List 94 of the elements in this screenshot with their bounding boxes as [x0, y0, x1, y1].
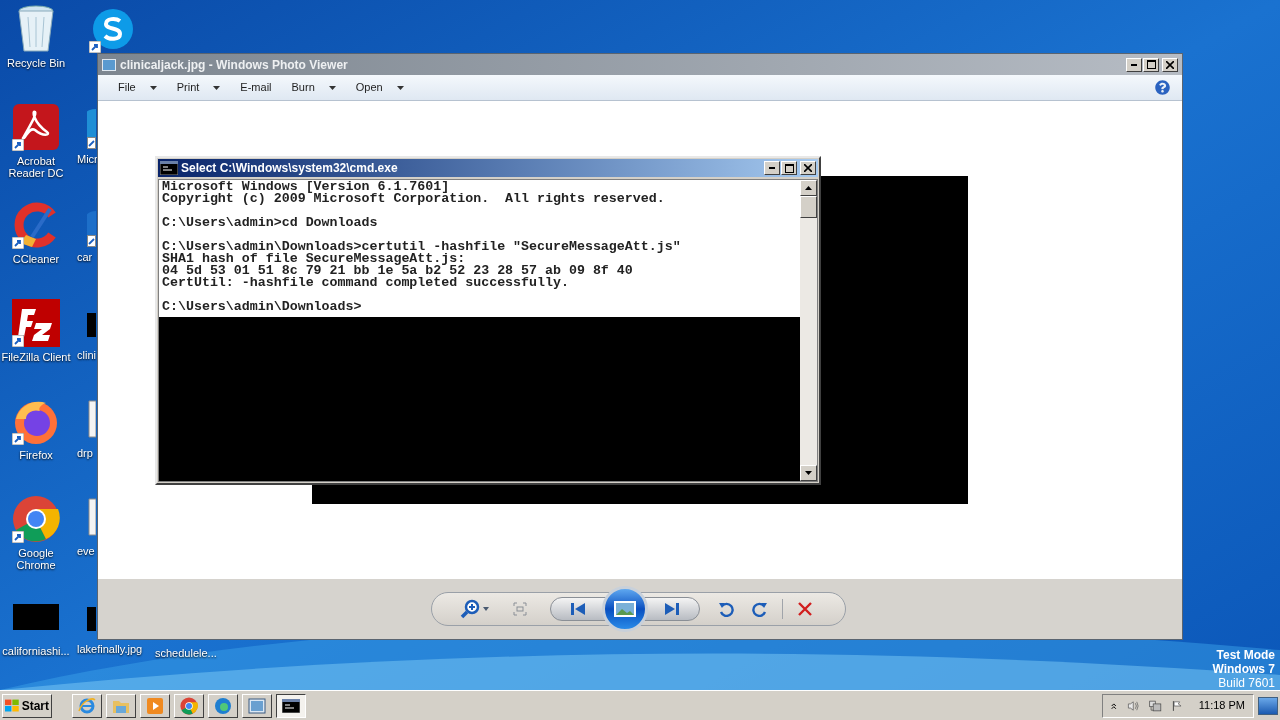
menu-item[interactable]: Open: [345, 76, 414, 99]
media-player-icon: [147, 697, 163, 714]
shortcut-arrow-icon: [12, 335, 24, 347]
desktop-icon-label[interactable]: eve: [77, 545, 95, 557]
command-prompt-icon: [282, 698, 300, 713]
clock: 11:18 PM: [1198, 698, 1245, 714]
desktop-icon-label[interactable]: schedulele...: [155, 647, 217, 659]
close-icon: [804, 164, 812, 172]
delete-icon: [797, 602, 812, 616]
caret-icon: [213, 85, 221, 90]
desktop-icon-label[interactable]: FileZilla Client: [0, 351, 72, 363]
chrome-icon: [180, 696, 198, 715]
close-button[interactable]: [800, 161, 816, 175]
console-line: C:\Users\admin\Downloads>certutil -hashfile "SecureMessageAtt.js": [162, 241, 682, 253]
maximize-button[interactable]: [1143, 57, 1159, 72]
window-title: Select C:\Windows\system32\cmd.exe: [181, 160, 399, 177]
scroll-thumb[interactable]: [800, 196, 817, 218]
shortcut-arrow-icon: [12, 433, 24, 445]
desktop-icon-label[interactable]: lakefinally.jpg: [77, 643, 143, 655]
os-notice-text: Windows 7: [1212, 662, 1275, 676]
console-line: CertUtil: -hashfile command completed successfully.: [162, 277, 570, 289]
image-thumbnail-icon: [13, 604, 59, 630]
console-line: Copyright (c) 2009 Microsoft Corporation. All rights reserved.: [162, 193, 666, 205]
console-line: Microsoft Windows [Version 6.1.7601]: [162, 181, 450, 193]
shortcut-arrow-icon: [12, 237, 24, 249]
console-line: C:\Users\admin\Downloads>: [162, 301, 363, 313]
desktop-icon-label[interactable]: Recycle Bin: [0, 57, 72, 69]
desktop-icon-label[interactable]: Acrobat Reader DC: [0, 155, 72, 179]
maximize-icon: [784, 163, 794, 173]
next-button[interactable]: [643, 597, 700, 621]
scrollbar[interactable]: [800, 180, 817, 481]
caret-icon: [396, 85, 404, 90]
caret-icon: [328, 85, 336, 90]
shortcut-arrow-icon: [12, 139, 24, 151]
desktop-icon-label[interactable]: californiashi...: [0, 645, 72, 657]
caret-icon: [482, 607, 489, 611]
show-hidden-icons-icon[interactable]: [1111, 700, 1117, 711]
menu-item[interactable]: Burn: [281, 76, 346, 99]
slideshow-icon: [613, 601, 636, 617]
next-icon: [664, 603, 679, 615]
acrobat-icon: [13, 104, 59, 150]
start-button[interactable]: Start: [2, 693, 52, 718]
taskbar-app-button[interactable]: [276, 693, 306, 718]
up-arrow-icon: [805, 186, 812, 190]
slideshow-button[interactable]: [601, 586, 648, 632]
console-line: 04 5d 53 01 51 8c 79 21 bb 1e 5a b2 52 23 28 57 ab 09 8f 40: [162, 265, 634, 277]
menu-item[interactable]: E-mail: [230, 76, 282, 99]
desktop-icon-label[interactable]: clini: [77, 349, 96, 361]
minimize-icon: [1131, 63, 1137, 66]
close-button[interactable]: [1162, 57, 1178, 72]
console-line: SHA1 hash of file SecureMessageAtt.js:: [162, 253, 467, 265]
photo-viewer-icon: [102, 58, 116, 71]
filezilla-icon: [12, 299, 60, 347]
skype-icon: [91, 8, 135, 50]
window-title: clinicaljack.jpg - Windows Photo Viewer: [120, 56, 349, 74]
desktop-icon-label[interactable]: Google Chrome: [0, 547, 72, 571]
os-notice-text: Test Mode: [1216, 648, 1275, 662]
recycle-bin-icon: [16, 5, 56, 53]
scroll-down-button[interactable]: [800, 465, 817, 481]
show-desktop-button[interactable]: [1258, 696, 1278, 715]
minimize-button[interactable]: [764, 161, 780, 175]
close-icon: [1166, 60, 1174, 69]
command-prompt-icon: [160, 161, 178, 175]
edge-icon: [214, 696, 232, 715]
previous-icon: [570, 603, 585, 615]
rotate-right-icon: [751, 601, 768, 617]
previous-button[interactable]: [549, 597, 606, 621]
minimize-button[interactable]: [1126, 57, 1142, 72]
caret-icon: [149, 85, 157, 90]
help-icon[interactable]: [1155, 80, 1170, 95]
chrome-icon: [12, 495, 60, 543]
desktop-icon-label[interactable]: Firefox: [0, 449, 72, 461]
maximize-button[interactable]: [781, 161, 797, 175]
desktop-icon-label[interactable]: drp: [77, 447, 93, 459]
shortcut-arrow-icon: [12, 531, 24, 543]
maximize-icon: [1146, 60, 1156, 69]
scroll-up-button[interactable]: [800, 180, 817, 196]
desktop-icon-label[interactable]: car: [77, 251, 93, 263]
fit-icon: [512, 602, 527, 616]
menu-item[interactable]: Print: [166, 76, 231, 99]
console-line: C:\Users\admin>cd Downloads: [162, 217, 379, 229]
minimize-icon: [769, 167, 775, 169]
down-arrow-icon: [805, 471, 812, 475]
windows-logo-icon: [5, 698, 20, 713]
zoom-icon: [459, 599, 480, 619]
network-icon[interactable]: [1149, 697, 1162, 714]
desktop-icon-label[interactable]: CCleaner: [0, 253, 72, 265]
photo-viewer-icon: [248, 697, 266, 714]
rotate-left-icon: [717, 601, 734, 617]
os-notice-text: Build 7601: [1218, 676, 1275, 690]
desktop-icon-label[interactable]: Micr: [77, 153, 98, 165]
shortcut-arrow-icon: [89, 41, 101, 53]
ie-icon: [78, 696, 96, 715]
menu-item[interactable]: File: [108, 76, 167, 99]
